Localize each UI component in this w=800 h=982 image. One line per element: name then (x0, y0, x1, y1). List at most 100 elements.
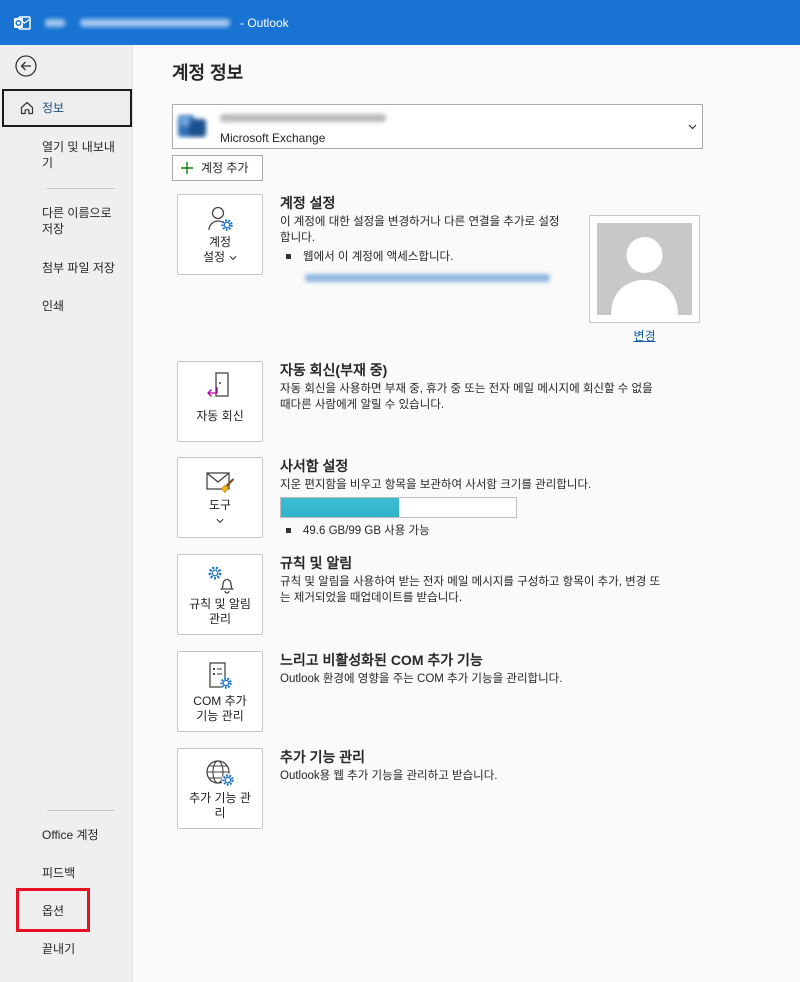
outlook-icon (14, 16, 31, 30)
account-dropdown[interactable]: Microsoft Exchange (172, 104, 703, 149)
section-body: 규칙 및 알림 규칙 및 알림을 사용하여 받는 전자 메일 메시지를 구성하고… (280, 554, 660, 606)
window-title-suffix: - Outlook (240, 16, 289, 30)
button-label-line: COM 추가 (193, 694, 247, 708)
sidebar-item-save-attachments[interactable]: 첨부 파일 저장 (0, 260, 132, 276)
automatic-replies-button[interactable]: 자동 회신 (177, 361, 263, 442)
section-body: 자동 회신(부재 중) 자동 회신을 사용하면 부재 중, 휴가 중 또는 전자… (280, 361, 653, 413)
add-account-button[interactable]: 계정 추가 (172, 155, 263, 181)
sidebar-divider (47, 810, 115, 811)
rules-alerts-button[interactable]: 규칙 및 알림 관리 (177, 554, 263, 635)
chevron-down-icon (216, 518, 224, 524)
blurred-account-email (220, 114, 386, 122)
section-body: 사서함 설정 지운 편지함을 비우고 항목을 보관하여 사서함 크기를 관리합니… (280, 457, 591, 539)
account-avatar (178, 115, 206, 137)
sidebar-item-label: Office 계정 (42, 828, 99, 842)
change-photo-link[interactable]: 변경 (589, 329, 700, 343)
button-label-line: 추가 기능 관 (189, 791, 251, 805)
blurred-web-access-link[interactable] (305, 274, 550, 282)
button-label: COM 추가 기능 관리 (178, 694, 262, 724)
title-bar: - Outlook (0, 0, 800, 45)
description-line: Outlook 환경에 영향을 주는 COM 추가 기능을 관리합니다. (280, 673, 563, 685)
sidebar-item-label: 정보 (42, 101, 65, 115)
sidebar-item-office-account[interactable]: Office 계정 (0, 827, 132, 843)
description-line: 합니다. (280, 232, 315, 244)
blurred-account-email (80, 19, 230, 27)
button-label-text: 설정 (202, 250, 226, 264)
mailbox-tools-button[interactable]: 도구 (177, 457, 263, 538)
description-line: 때다른 사람에게 알릴 수 있습니다. (280, 399, 445, 411)
storage-bar (280, 497, 517, 518)
button-label-line: 자동 회신 (196, 409, 244, 423)
sidebar-item-label: 첨부 파일 저장 (42, 261, 115, 275)
sidebar-item-label: 옵션 (42, 904, 65, 918)
account-type: Microsoft Exchange (220, 131, 326, 145)
add-account-label: 계정 추가 (201, 161, 249, 175)
section-title: 자동 회신(부재 중) (280, 362, 388, 378)
section-description: 지운 편지함을 비우고 항목을 보관하여 사서함 크기를 관리합니다. (280, 477, 591, 493)
page-title: 계정 정보 (172, 63, 244, 83)
mailbox-tools-icon (206, 472, 235, 494)
sidebar-item-feedback[interactable]: 피드백 (0, 865, 132, 881)
home-icon (20, 101, 34, 115)
button-label-line: 설정 (178, 250, 262, 265)
section-title: 추가 기능 관리 (280, 749, 366, 765)
button-label: 도구 (178, 498, 262, 524)
blurred-folder-name (45, 19, 65, 27)
section-description: Outlook용 웹 추가 기능을 관리하고 받습니다. (280, 768, 498, 784)
sidebar-item-label: 열기 및 내보내 (42, 140, 115, 154)
button-label-line: 리 (214, 806, 226, 820)
sidebar-item-open-export[interactable]: 열기 및 내보내 기 (0, 139, 132, 171)
profile-photo (589, 215, 700, 323)
description-line: 는 제거되었을 때업데이트를 받습니다. (280, 592, 463, 604)
section-description: 자동 회신을 사용하면 부재 중, 휴가 중 또는 전자 메일 메시지에 회신할… (280, 381, 653, 413)
section-com-addins: COM 추가 기능 관리 느리고 비활성화된 COM 추가 기능 Outlook… (177, 651, 777, 732)
sidebar-item-info[interactable]: 정보 (2, 89, 132, 127)
manage-addins-button[interactable]: 추가 기능 관 리 (177, 748, 263, 829)
com-addins-button[interactable]: COM 추가 기능 관리 (177, 651, 263, 732)
sidebar-item-exit[interactable]: 끝내기 (0, 941, 132, 957)
section-title: 규칙 및 알림 (280, 555, 353, 571)
bullet-item: 웹에서 이 계정에 액세스합니다. (280, 249, 559, 265)
section-rules-alerts: 규칙 및 알림 관리 규칙 및 알림 규칙 및 알림을 사용하여 받는 전자 메… (177, 554, 777, 635)
section-description: 규칙 및 알림을 사용하여 받는 전자 메일 메시지를 구성하고 항목이 추가,… (280, 574, 660, 606)
sidebar-item-label: 다른 이름으로 (42, 206, 112, 220)
plus-icon (181, 162, 193, 174)
button-label: 계정 설정 (178, 235, 262, 265)
section-title: 느리고 비활성화된 COM 추가 기능 (280, 652, 483, 668)
manage-addins-icon (206, 760, 235, 787)
sidebar-item-print[interactable]: 인쇄 (0, 298, 132, 314)
section-title: 사서함 설정 (280, 458, 349, 474)
com-addins-icon (209, 662, 232, 689)
section-body: 추가 기능 관리 Outlook용 웹 추가 기능을 관리하고 받습니다. (280, 748, 498, 784)
storage-bar-fill (281, 498, 399, 517)
sidebar-item-options[interactable]: 옵션 (0, 903, 132, 919)
bullet-icon (286, 528, 291, 533)
section-manage-addins: 추가 기능 관 리 추가 기능 관리 Outlook용 웹 추가 기능을 관리하… (177, 748, 777, 829)
storage-text: 49.6 GB/99 GB 사용 가능 (303, 525, 430, 537)
button-label-line: 도구 (208, 498, 232, 512)
back-arrow-icon[interactable] (14, 54, 38, 78)
sidebar-item-label: 저장 (42, 222, 65, 236)
button-label: 추가 기능 관 리 (178, 791, 262, 821)
backstage-sidebar: 정보 열기 및 내보내 기 다른 이름으로 저장 첨부 파일 저장 인쇄 Off… (0, 45, 133, 982)
section-description: Outlook 환경에 영향을 주는 COM 추가 기능을 관리합니다. (280, 671, 562, 687)
button-label-line: 규칙 및 알림 (189, 597, 251, 611)
account-settings-button[interactable]: 계정 설정 (177, 194, 263, 275)
section-automatic-replies: 자동 회신 자동 회신(부재 중) 자동 회신을 사용하면 부재 중, 휴가 중… (177, 361, 777, 442)
sidebar-divider (47, 188, 115, 189)
description-line: Outlook용 웹 추가 기능을 관리하고 받습니다. (280, 770, 498, 782)
button-label-line: 기능 관리 (196, 709, 244, 723)
bullet-item: 49.6 GB/99 GB 사용 가능 (280, 523, 591, 539)
sidebar-item-label: 끝내기 (42, 942, 76, 956)
sidebar-item-save-as[interactable]: 다른 이름으로 저장 (0, 205, 132, 237)
description-line: 규칙 및 알림을 사용하여 받는 전자 메일 메시지를 구성하고 항목이 추가,… (280, 576, 661, 588)
bullet-text: 웹에서 이 계정에 액세스합니다. (303, 251, 454, 263)
section-body: 느리고 비활성화된 COM 추가 기능 Outlook 환경에 영향을 주는 C… (280, 651, 562, 687)
description-line: 지운 편지함을 비우고 항목을 보관하여 사서함 크기를 관리합니다. (280, 479, 592, 491)
sidebar-item-label: 피드백 (42, 866, 76, 880)
button-label: 자동 회신 (178, 409, 262, 424)
rules-alerts-icon (208, 566, 235, 594)
section-mailbox-settings: 도구 사서함 설정 지운 편지함을 비우고 항목을 보관하여 사서함 크기를 관… (177, 457, 777, 538)
button-label: 규칙 및 알림 관리 (178, 597, 262, 627)
description-line: 이 계정에 대한 설정을 변경하거나 다른 연결을 추가로 설정 (280, 216, 560, 228)
